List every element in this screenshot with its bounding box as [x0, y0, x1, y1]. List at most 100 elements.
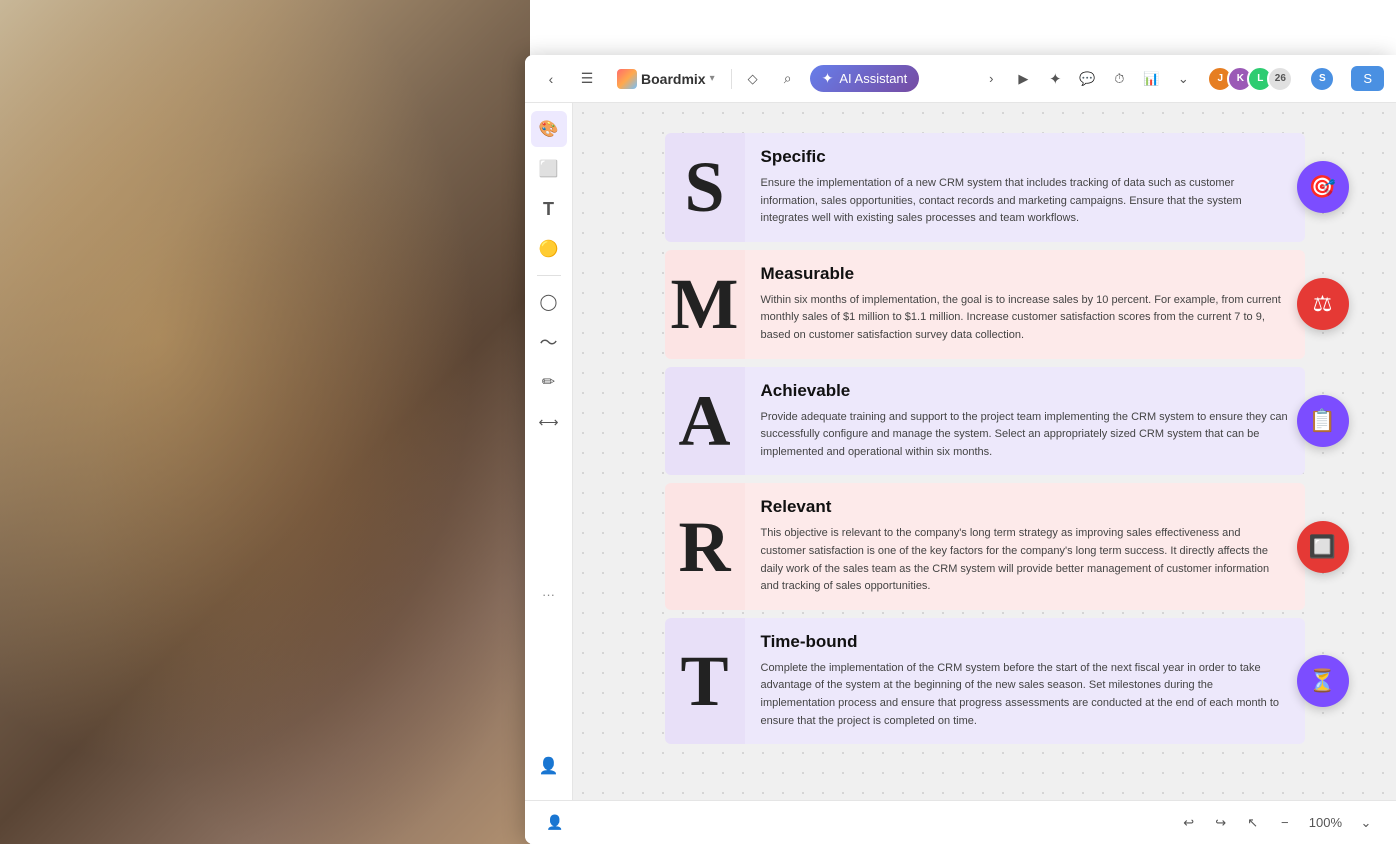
letter-m: M: [671, 268, 739, 340]
redo-icon: ↪: [1215, 815, 1226, 831]
text-m: Within six months of implementation, the…: [761, 292, 1289, 345]
timer-button[interactable]: ⏱: [1105, 65, 1133, 93]
letter-t: T: [680, 645, 728, 717]
icon-r: 🔲: [1297, 521, 1349, 573]
shape-icon: ◯: [540, 292, 558, 312]
play-icon: ▶: [1018, 71, 1028, 87]
content-cell-m: Measurable Within six months of implemen…: [745, 250, 1305, 359]
zoom-chevron-icon: ⌄: [1361, 815, 1372, 831]
tag-button[interactable]: ◇: [740, 67, 766, 91]
frame-tool-button[interactable]: ⬜: [531, 151, 567, 187]
menu-button[interactable]: ☰: [573, 65, 601, 93]
chevron-down-icon: ⌄: [1178, 71, 1189, 87]
timer-icon: ⏱: [1114, 71, 1124, 87]
more-dropdown-button[interactable]: ⌄: [1169, 65, 1197, 93]
back-button[interactable]: ‹: [537, 65, 565, 93]
zoom-level: 100%: [1303, 813, 1348, 832]
bottom-tool-icon: 👤: [539, 756, 559, 776]
letter-a: A: [679, 385, 731, 457]
search-button[interactable]: ⌕: [774, 65, 802, 93]
more-right-button[interactable]: ›: [977, 65, 1005, 93]
topbar: ‹ ☰ Boardmix ▾ ◇ ⌕ ✦ AI Assistant › ▶: [525, 55, 1396, 103]
bottom-right: ↩ ↪ ↖ − 100% ⌄: [1175, 809, 1380, 837]
bottom-toolbar: 👤 ↩ ↪ ↖ − 100% ⌄: [525, 800, 1396, 844]
pen-tool-button[interactable]: 〜: [531, 324, 567, 360]
brand-button[interactable]: Boardmix ▾: [609, 65, 723, 93]
chart-button[interactable]: 📊: [1137, 65, 1165, 93]
presenter-button[interactable]: 👤: [541, 809, 569, 837]
connector-icon: ⟷: [538, 414, 558, 431]
letter-cell-m: M: [665, 250, 745, 359]
tag-icon: ◇: [748, 71, 758, 87]
sticky-tool-button[interactable]: 🟡: [531, 231, 567, 267]
title-m: Measurable: [761, 264, 1289, 284]
tool-separator-1: [537, 275, 561, 276]
zoom-out-button[interactable]: −: [1271, 809, 1299, 837]
topbar-icons: › ▶ ✦ 💬 ⏱ 📊 ⌄: [977, 65, 1197, 93]
tools-more[interactable]: ···: [534, 579, 563, 610]
smart-row-r: R Relevant This objective is relevant to…: [665, 483, 1305, 609]
content-cell-t: Time-bound Complete the implementation o…: [745, 618, 1305, 744]
text-a: Provide adequate training and support to…: [761, 409, 1289, 462]
background-photo: [0, 0, 530, 844]
ai-assistant-button[interactable]: ✦ AI Assistant: [810, 65, 920, 92]
search-icon: ⌕: [784, 70, 792, 87]
smart-row-a: A Achievable Provide adequate training a…: [665, 367, 1305, 476]
sticky-icon: 🟡: [539, 239, 559, 259]
zoom-dropdown-button[interactable]: ⌄: [1352, 809, 1380, 837]
divider: [731, 69, 732, 89]
title-t: Time-bound: [761, 632, 1289, 652]
title-r: Relevant: [761, 497, 1289, 517]
smart-container: S Specific Ensure the implementation of …: [665, 133, 1305, 744]
letter-s: S: [684, 151, 724, 223]
text-icon: T: [543, 199, 554, 220]
celebrate-button[interactable]: ✦: [1041, 65, 1069, 93]
smart-row-m: M Measurable Within six months of implem…: [665, 250, 1305, 359]
pointer-icon: ↖: [1247, 815, 1258, 831]
brand-dropdown-icon: ▾: [710, 73, 715, 84]
text-s: Ensure the implementation of a new CRM s…: [761, 175, 1289, 228]
content-cell-r: Relevant This objective is relevant to t…: [745, 483, 1305, 609]
current-user-avatar: S: [1309, 66, 1335, 92]
bottom-left: 👤: [541, 809, 569, 837]
icon-t: ⏳: [1297, 655, 1349, 707]
main-area: 🎨 ⬜ T 🟡 ◯ 〜 ✏ ⟷ ···: [525, 103, 1396, 800]
pointer-button[interactable]: ↖: [1239, 809, 1267, 837]
rainbow-tool-button[interactable]: 🎨: [531, 111, 567, 147]
share-button[interactable]: S: [1351, 66, 1384, 91]
title-a: Achievable: [761, 381, 1289, 401]
letter-r: R: [679, 511, 731, 583]
comment-button[interactable]: 💬: [1073, 65, 1101, 93]
icon-m: ⚖: [1297, 278, 1349, 330]
left-toolbar: 🎨 ⬜ T 🟡 ◯ 〜 ✏ ⟷ ···: [525, 103, 573, 800]
icon-s: 🎯: [1297, 161, 1349, 213]
eraser-tool-button[interactable]: ✏: [531, 364, 567, 400]
bottom-tool-button[interactable]: 👤: [531, 748, 567, 784]
brand-name: Boardmix: [641, 71, 706, 87]
frame-icon: ⬜: [539, 159, 559, 179]
content-cell-a: Achievable Provide adequate training and…: [745, 367, 1305, 476]
eraser-icon: ✏: [542, 372, 555, 392]
chart-icon: 📊: [1143, 71, 1159, 87]
letter-cell-r: R: [665, 483, 745, 609]
letter-cell-s: S: [665, 133, 745, 242]
letter-cell-t: T: [665, 618, 745, 744]
letter-cell-a: A: [665, 367, 745, 476]
play-button[interactable]: ▶: [1009, 65, 1037, 93]
smart-row-s: S Specific Ensure the implementation of …: [665, 133, 1305, 242]
canvas-area[interactable]: S Specific Ensure the implementation of …: [573, 103, 1396, 800]
shape-tool-button[interactable]: ◯: [531, 284, 567, 320]
zoom-out-icon: −: [1281, 815, 1289, 830]
app-window: ‹ ☰ Boardmix ▾ ◇ ⌕ ✦ AI Assistant › ▶: [525, 55, 1396, 844]
share-label: S: [1363, 71, 1372, 86]
presenter-icon: 👤: [546, 814, 563, 831]
text-tool-button[interactable]: T: [531, 191, 567, 227]
smart-row-t: T Time-bound Complete the implementation…: [665, 618, 1305, 744]
content-cell-s: Specific Ensure the implementation of a …: [745, 133, 1305, 242]
pen-icon: 〜: [540, 329, 558, 355]
ai-icon: ✦: [822, 70, 834, 87]
undo-button[interactable]: ↩: [1175, 809, 1203, 837]
undo-icon: ↩: [1183, 815, 1194, 831]
connector-tool-button[interactable]: ⟷: [531, 404, 567, 440]
redo-button[interactable]: ↪: [1207, 809, 1235, 837]
